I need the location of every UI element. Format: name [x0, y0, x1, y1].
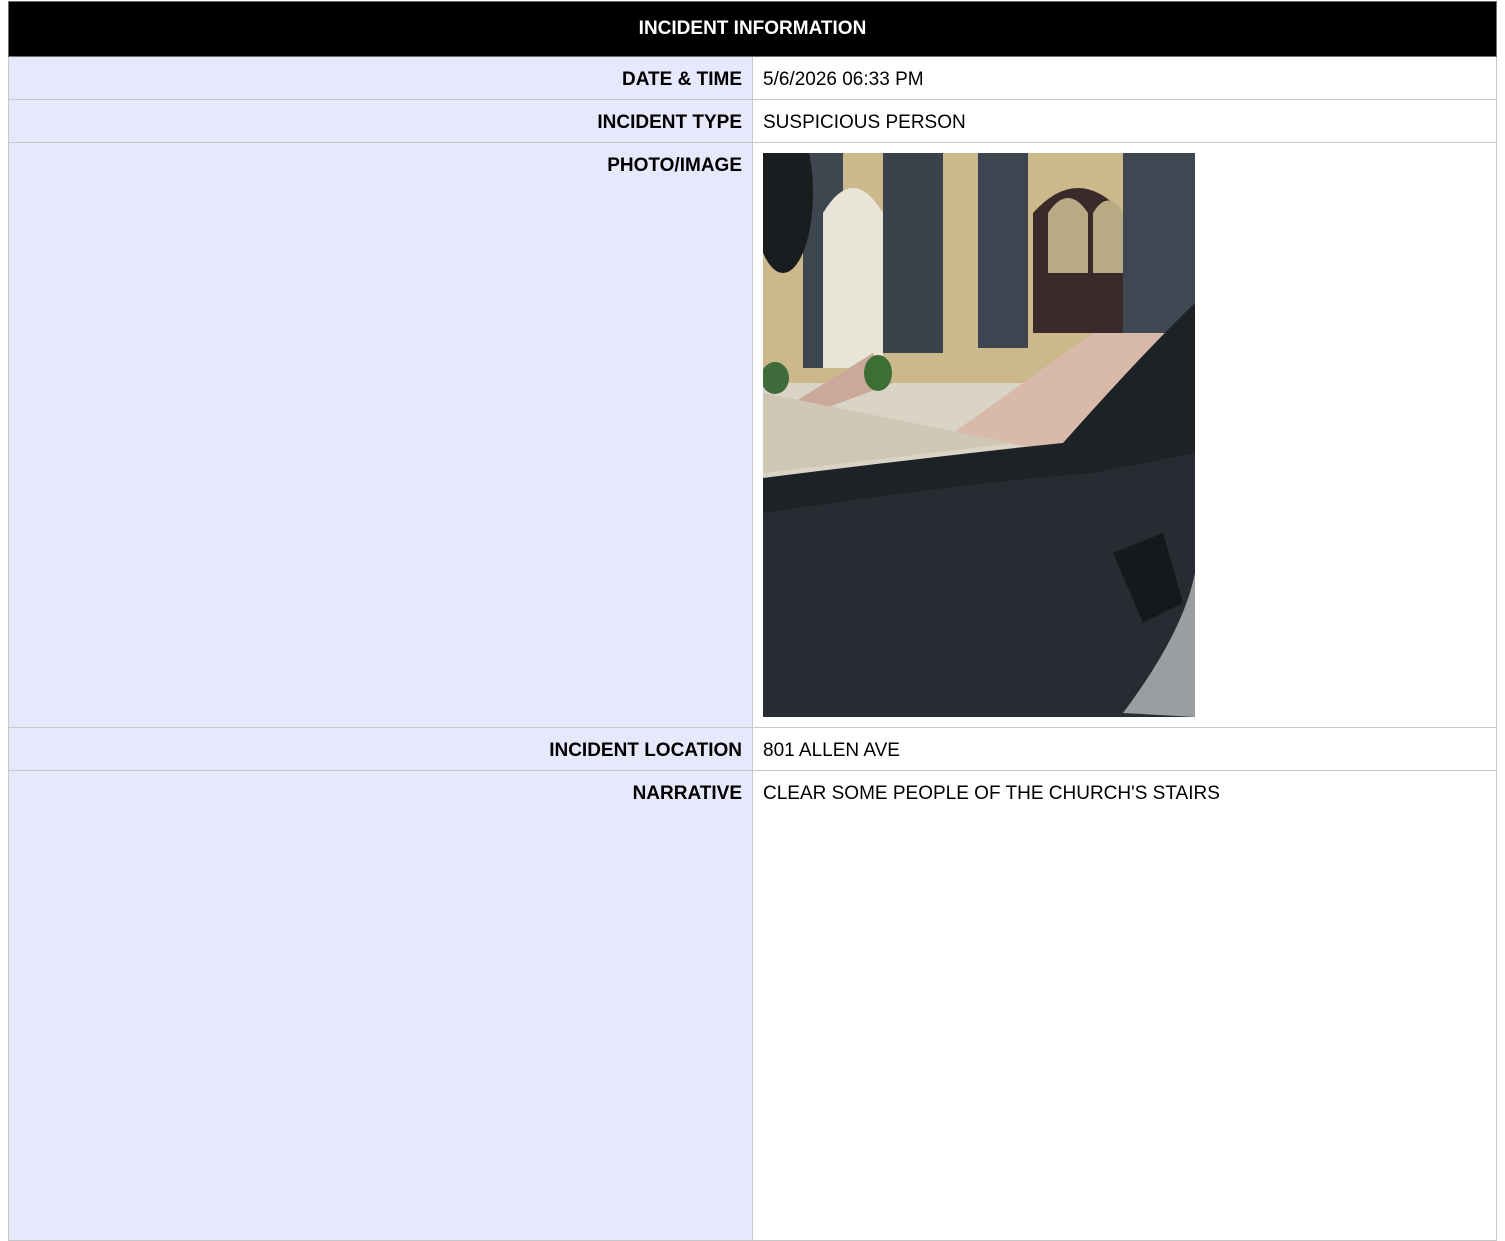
row-datetime: DATE & TIME 5/6/2026 06:33 PM: [8, 56, 1497, 100]
incident-type-value: SUSPICIOUS PERSON: [752, 99, 1497, 143]
photo-cell: [752, 142, 1497, 728]
datetime-value: 5/6/2026 06:33 PM: [752, 56, 1497, 100]
row-incident-type: INCIDENT TYPE SUSPICIOUS PERSON: [8, 99, 1497, 143]
datetime-label: DATE & TIME: [8, 56, 753, 100]
incident-photo[interactable]: [763, 153, 1195, 717]
row-photo: PHOTO/IMAGE: [8, 142, 1497, 728]
narrative-label: NARRATIVE: [8, 770, 753, 1241]
photo-label: PHOTO/IMAGE: [8, 142, 753, 728]
incident-type-label: INCIDENT TYPE: [8, 99, 753, 143]
narrative-value: CLEAR SOME PEOPLE OF THE CHURCH'S STAIRS: [752, 770, 1497, 1241]
incident-report-table: INCIDENT INFORMATION DATE & TIME 5/6/202…: [8, 1, 1497, 1241]
location-label: INCIDENT LOCATION: [8, 727, 753, 771]
location-value: 801 ALLEN AVE: [752, 727, 1497, 771]
row-location: INCIDENT LOCATION 801 ALLEN AVE: [8, 727, 1497, 771]
report-header: INCIDENT INFORMATION: [8, 1, 1497, 57]
row-narrative: NARRATIVE CLEAR SOME PEOPLE OF THE CHURC…: [8, 770, 1497, 1241]
